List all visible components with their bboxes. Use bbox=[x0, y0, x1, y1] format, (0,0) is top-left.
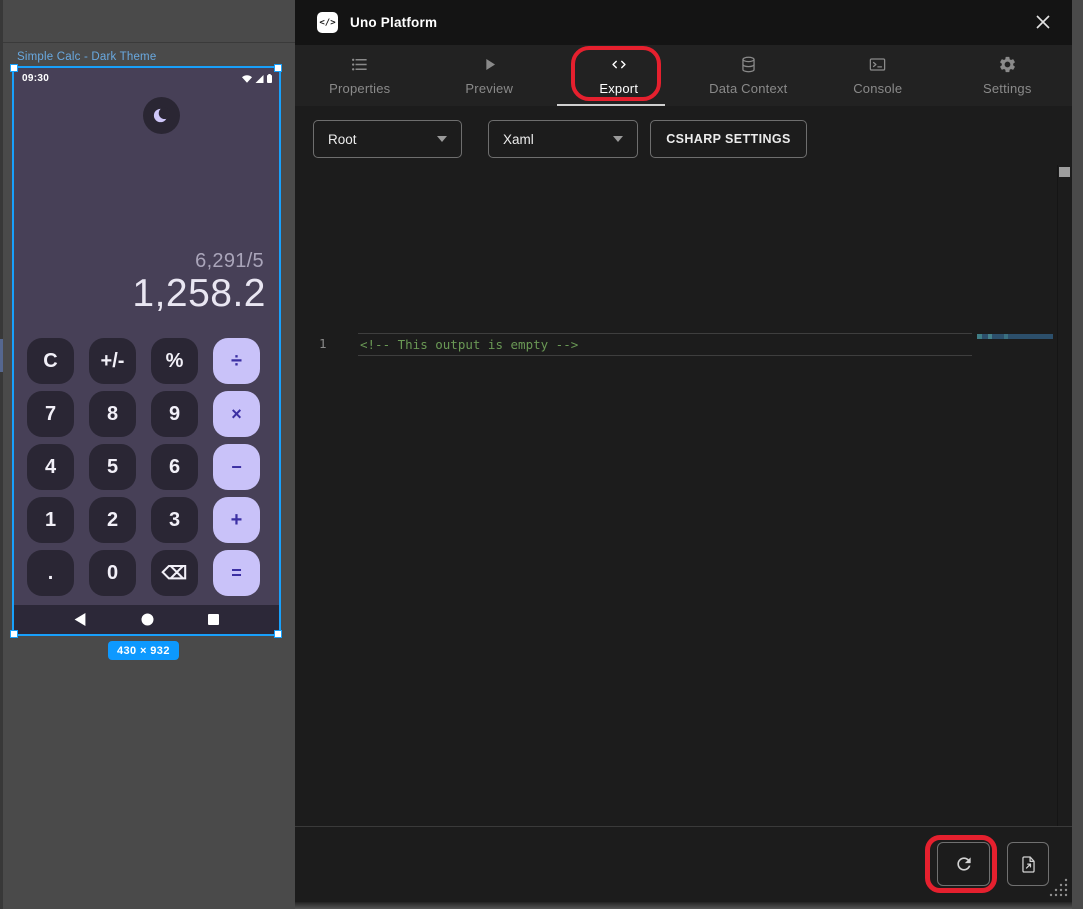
key-backspace[interactable]: ⌫ bbox=[151, 550, 198, 596]
status-time: 09:30 bbox=[22, 73, 49, 84]
minimap-line bbox=[977, 334, 1053, 339]
file-export-icon bbox=[1019, 855, 1038, 874]
terminal-icon bbox=[868, 55, 887, 74]
close-icon bbox=[1034, 13, 1052, 31]
back-icon bbox=[74, 613, 86, 626]
android-nav-bar bbox=[14, 605, 279, 634]
panel-header: </> Uno Platform bbox=[295, 0, 1072, 45]
list-icon bbox=[350, 55, 369, 74]
key-decimal[interactable]: . bbox=[27, 550, 74, 596]
key-multiply[interactable]: × bbox=[213, 391, 260, 437]
key-7[interactable]: 7 bbox=[27, 391, 74, 437]
selection-handle-bottom-right[interactable] bbox=[274, 630, 282, 638]
selection-handle-bottom-left[interactable] bbox=[10, 630, 18, 638]
line-number: 1 bbox=[319, 336, 327, 351]
tab-console[interactable]: Console bbox=[813, 45, 943, 106]
home-icon bbox=[141, 613, 154, 626]
key-equals[interactable]: = bbox=[213, 550, 260, 596]
tab-bar: Properties Preview Export Data Context C… bbox=[295, 45, 1072, 106]
wifi-icon bbox=[242, 75, 252, 83]
cellular-signal-icon bbox=[255, 75, 264, 83]
calculator-frame[interactable]: 09:30 6,291/5 1,258.2 C +/- % ÷ 7 8 9 × … bbox=[14, 68, 279, 634]
key-plus-minus[interactable]: +/- bbox=[89, 338, 136, 384]
calc-expression: 6,291/5 bbox=[195, 250, 264, 273]
moon-icon bbox=[152, 106, 171, 125]
chevron-down-icon bbox=[437, 136, 447, 142]
key-6[interactable]: 6 bbox=[151, 444, 198, 490]
key-0[interactable]: 0 bbox=[89, 550, 136, 596]
nav-recents-button[interactable] bbox=[208, 614, 219, 625]
panel-bottom-edge bbox=[295, 902, 1072, 909]
chevron-down-icon bbox=[613, 136, 623, 142]
nav-back-button[interactable] bbox=[74, 613, 86, 626]
root-dropdown[interactable]: Root bbox=[313, 120, 462, 158]
tab-data-context[interactable]: Data Context bbox=[684, 45, 814, 106]
minimap-divider bbox=[1057, 165, 1058, 826]
battery-icon bbox=[267, 74, 272, 83]
key-5[interactable]: 5 bbox=[89, 444, 136, 490]
code-icon bbox=[609, 55, 629, 74]
key-clear[interactable]: C bbox=[27, 338, 74, 384]
key-3[interactable]: 3 bbox=[151, 497, 198, 543]
footer-divider bbox=[295, 826, 1072, 827]
key-divide[interactable]: ÷ bbox=[213, 338, 260, 384]
panel-title: Uno Platform bbox=[350, 15, 437, 30]
tab-preview[interactable]: Preview bbox=[425, 45, 555, 106]
key-1[interactable]: 1 bbox=[27, 497, 74, 543]
key-8[interactable]: 8 bbox=[89, 391, 136, 437]
theme-toggle-button[interactable] bbox=[143, 97, 180, 134]
keypad: C +/- % ÷ 7 8 9 × 4 5 6 − 1 2 3 + . 0 ⌫ … bbox=[27, 338, 260, 596]
close-button[interactable] bbox=[1033, 13, 1053, 33]
key-2[interactable]: 2 bbox=[89, 497, 136, 543]
key-add[interactable]: + bbox=[213, 497, 260, 543]
canvas-divider-line bbox=[0, 42, 295, 43]
canvas-left-edge bbox=[0, 0, 3, 909]
resize-grip[interactable] bbox=[1047, 876, 1069, 898]
uno-platform-logo-icon: </> bbox=[317, 12, 338, 33]
code-editor[interactable]: 1 <!-- This output is empty --> bbox=[295, 165, 1072, 826]
database-icon bbox=[739, 55, 758, 74]
active-line-highlight: <!-- This output is empty --> bbox=[358, 333, 972, 356]
editor-scrollbar-thumb[interactable] bbox=[1059, 167, 1070, 177]
play-icon bbox=[480, 55, 499, 74]
tab-properties[interactable]: Properties bbox=[295, 45, 425, 106]
key-subtract[interactable]: − bbox=[213, 444, 260, 490]
selection-size-badge: 430 × 932 bbox=[108, 641, 179, 660]
selection-handle-top-right[interactable] bbox=[274, 64, 282, 72]
gear-icon bbox=[998, 55, 1017, 74]
nav-home-button[interactable] bbox=[141, 613, 154, 626]
refresh-button[interactable] bbox=[937, 842, 990, 886]
tab-export[interactable]: Export bbox=[554, 45, 684, 106]
key-4[interactable]: 4 bbox=[27, 444, 74, 490]
active-tab-indicator bbox=[557, 104, 665, 106]
csharp-settings-button[interactable]: CSHARP SETTINGS bbox=[650, 120, 807, 158]
key-percent[interactable]: % bbox=[151, 338, 198, 384]
format-dropdown[interactable]: Xaml bbox=[488, 120, 638, 158]
key-9[interactable]: 9 bbox=[151, 391, 198, 437]
canvas-left-edge-accent bbox=[0, 339, 3, 372]
calc-result: 1,258.2 bbox=[132, 272, 266, 316]
refresh-icon bbox=[954, 854, 974, 874]
uno-platform-panel: </> Uno Platform Properties Preview Expo… bbox=[295, 0, 1072, 909]
tab-settings[interactable]: Settings bbox=[943, 45, 1073, 106]
status-icons bbox=[242, 74, 272, 83]
frame-title[interactable]: Simple Calc - Dark Theme bbox=[17, 51, 156, 63]
status-bar: 09:30 bbox=[14, 68, 279, 85]
selection-handle-top-left[interactable] bbox=[10, 64, 18, 72]
code-comment: <!-- This output is empty --> bbox=[358, 337, 578, 352]
recents-icon bbox=[208, 614, 219, 625]
export-file-button[interactable] bbox=[1007, 842, 1049, 886]
